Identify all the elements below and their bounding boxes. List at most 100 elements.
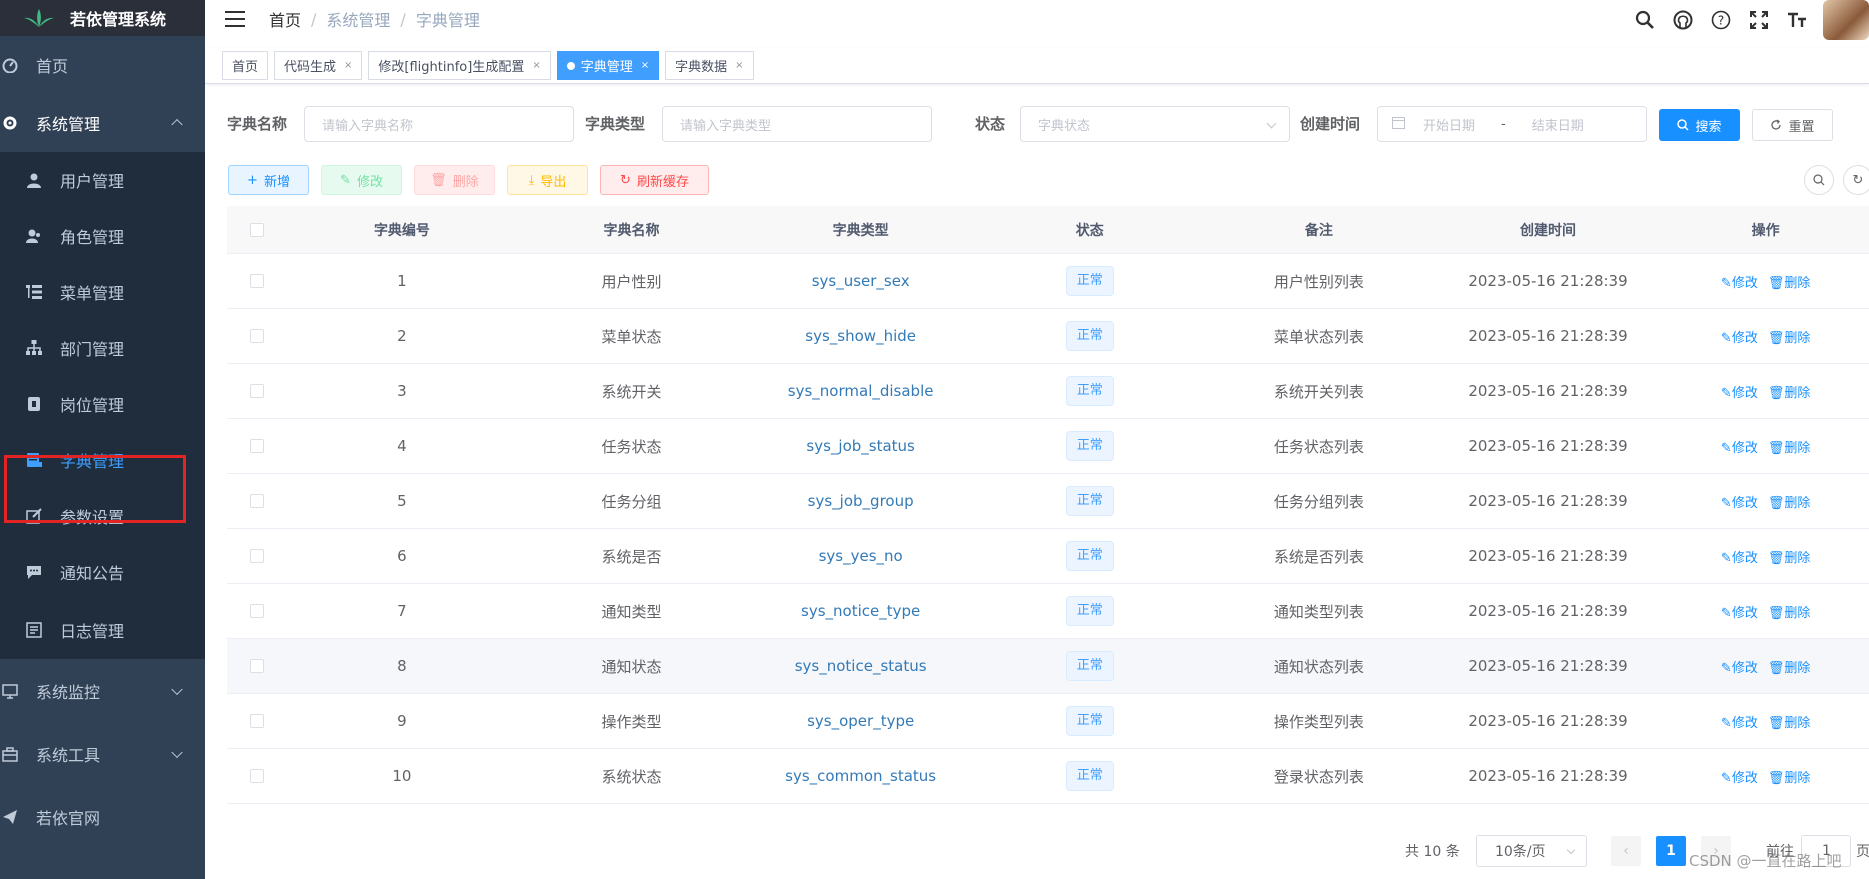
refresh-cache-button[interactable]: ↻ 刷新缓存	[600, 165, 709, 195]
page-size-select[interactable]: 10条/页	[1476, 835, 1587, 867]
question-icon[interactable]: ?	[1709, 8, 1733, 32]
row-delete-button[interactable]: 🗑删除	[1768, 331, 1811, 346]
refresh-table-button[interactable]: ↻	[1843, 165, 1869, 195]
dict-id-cell: 6	[397, 547, 407, 565]
edit-icon: ✎	[1720, 605, 1732, 621]
row-edit-button[interactable]: ✎修改	[1721, 661, 1758, 676]
hamburger-icon[interactable]	[225, 11, 245, 27]
search-form: 字典名称 请输入字典名称 字典类型 请输入字典类型 状态 字典状态 创建时间 开…	[227, 106, 1869, 146]
row-edit-button[interactable]: ✎修改	[1721, 386, 1758, 401]
close-icon[interactable]: ×	[735, 60, 743, 71]
sidebar-item-depts[interactable]: 部门管理	[0, 320, 205, 376]
row-edit-button[interactable]: ✎修改	[1721, 496, 1758, 511]
dict-type-link[interactable]: sys_notice_status	[795, 657, 927, 675]
sidebar-item-tools[interactable]: 系统工具	[0, 722, 205, 785]
dict-type-input[interactable]: 请输入字典类型	[662, 106, 932, 142]
dict-name-cell: 菜单状态	[601, 327, 662, 346]
dict-type-link[interactable]: sys_notice_type	[801, 602, 920, 620]
sidebar-item-users[interactable]: 用户管理	[0, 152, 205, 208]
row-checkbox-cell	[227, 439, 287, 453]
github-icon[interactable]	[1671, 8, 1695, 32]
app-title: 若依管理系统	[70, 10, 167, 29]
sidebar-item-website[interactable]: 若依官网	[0, 785, 205, 848]
row-edit-button[interactable]: ✎修改	[1721, 606, 1758, 621]
row-edit-label: 修改	[1731, 770, 1758, 786]
toggle-search-button[interactable]	[1804, 165, 1834, 195]
tag-gen-config[interactable]: 修改[flightinfo]生成配置 ×	[368, 51, 551, 80]
tag-home[interactable]: 首页	[222, 51, 269, 80]
row-checkbox[interactable]	[249, 549, 264, 563]
table-header: 字典编号 字典名称 字典类型 状态 备注 创建时间 操作	[227, 206, 1869, 254]
delete-button[interactable]: 🗑 删除	[414, 165, 495, 195]
close-icon[interactable]: ×	[641, 60, 649, 71]
row-checkbox[interactable]	[249, 329, 264, 343]
dict-type-link[interactable]: sys_yes_no	[819, 547, 903, 565]
close-icon[interactable]: ×	[532, 60, 540, 71]
sidebar-item-system[interactable]: 系统管理	[0, 94, 205, 152]
sidebar-item-notices[interactable]: 通知公告	[0, 544, 205, 600]
close-icon[interactable]: ×	[344, 60, 352, 71]
avatar[interactable]	[1823, 0, 1869, 40]
row-checkbox[interactable]	[249, 384, 264, 398]
select-all-checkbox[interactable]	[249, 222, 264, 237]
row-delete-button[interactable]: 🗑删除	[1768, 276, 1811, 291]
breadcrumb-home[interactable]: 首页	[269, 7, 301, 31]
edit-icon: ✎	[340, 172, 351, 188]
dict-type-link[interactable]: sys_job_status	[806, 437, 914, 455]
search-icon[interactable]	[1633, 8, 1657, 32]
status-select[interactable]: 字典状态	[1020, 106, 1290, 142]
row-delete-label: 删除	[1784, 385, 1811, 401]
sidebar-item-logs[interactable]: 日志管理	[0, 600, 205, 659]
logo[interactable]: 若依管理系统	[0, 0, 205, 36]
sidebar-item-posts[interactable]: 岗位管理	[0, 376, 205, 432]
row-delete-button[interactable]: 🗑删除	[1768, 441, 1811, 456]
row-checkbox[interactable]	[249, 494, 264, 508]
row-edit-button[interactable]: ✎修改	[1721, 441, 1758, 456]
dict-type-link[interactable]: sys_common_status	[785, 767, 936, 785]
row-delete-button[interactable]: 🗑删除	[1768, 386, 1811, 401]
row-delete-button[interactable]: 🗑删除	[1768, 661, 1811, 676]
dict-type-link[interactable]: sys_user_sex	[812, 272, 910, 290]
dict-type-link[interactable]: sys_oper_type	[807, 712, 914, 730]
edit-button[interactable]: ✎ 修改	[321, 165, 402, 195]
row-delete-button[interactable]: 🗑删除	[1768, 496, 1811, 511]
placeholder: 请输入字典名称	[322, 118, 414, 134]
row-checkbox[interactable]	[249, 659, 264, 673]
row-edit-button[interactable]: ✎修改	[1721, 276, 1758, 291]
tag-codegen[interactable]: 代码生成 ×	[274, 51, 363, 80]
row-edit-button[interactable]: ✎修改	[1721, 716, 1758, 731]
font-size-icon[interactable]	[1785, 8, 1809, 32]
fullscreen-icon[interactable]	[1747, 8, 1771, 32]
row-checkbox[interactable]	[249, 274, 264, 288]
tag-dict[interactable]: 字典管理 ×	[556, 51, 660, 80]
add-button[interactable]: + 新增	[228, 165, 309, 195]
prev-page-button[interactable]: ‹	[1611, 836, 1641, 866]
export-button[interactable]: ⤓ 导出	[507, 165, 588, 195]
dict-type-link[interactable]: sys_show_hide	[805, 327, 916, 345]
row-delete-button[interactable]: 🗑删除	[1768, 716, 1811, 731]
row-edit-button[interactable]: ✎修改	[1721, 771, 1758, 786]
date-range-input[interactable]: 开始日期 - 结束日期	[1377, 106, 1647, 142]
sidebar-item-monitor[interactable]: 系统监控	[0, 659, 205, 722]
sidebar-item-roles[interactable]: 角色管理	[0, 208, 205, 264]
row-delete-button[interactable]: 🗑删除	[1768, 771, 1811, 786]
row-checkbox[interactable]	[249, 439, 264, 453]
dashboard-icon	[2, 57, 18, 73]
dict-type-link[interactable]: sys_normal_disable	[788, 382, 934, 400]
row-edit-button[interactable]: ✎修改	[1721, 331, 1758, 346]
sidebar-item-menus[interactable]: 菜单管理	[0, 264, 205, 320]
row-delete-button[interactable]: 🗑删除	[1768, 551, 1811, 566]
dict-name-input[interactable]: 请输入字典名称	[304, 106, 574, 142]
row-checkbox[interactable]	[249, 604, 264, 618]
sidebar-item-home[interactable]: 首页	[0, 36, 205, 94]
search-button[interactable]: 搜索	[1659, 109, 1740, 141]
row-delete-button[interactable]: 🗑删除	[1768, 606, 1811, 621]
dict-type-link[interactable]: sys_job_group	[808, 492, 914, 510]
reset-button[interactable]: 重置	[1752, 109, 1833, 141]
row-checkbox[interactable]	[249, 714, 264, 728]
row-edit-button[interactable]: ✎修改	[1721, 551, 1758, 566]
tag-dict-data[interactable]: 字典数据 ×	[665, 51, 754, 80]
row-checkbox[interactable]	[249, 769, 264, 783]
table-row: 3 系统开关 sys_normal_disable 正常 系统开关列表 2023-05-1…	[227, 364, 1869, 419]
page-number[interactable]: 1	[1656, 836, 1686, 866]
